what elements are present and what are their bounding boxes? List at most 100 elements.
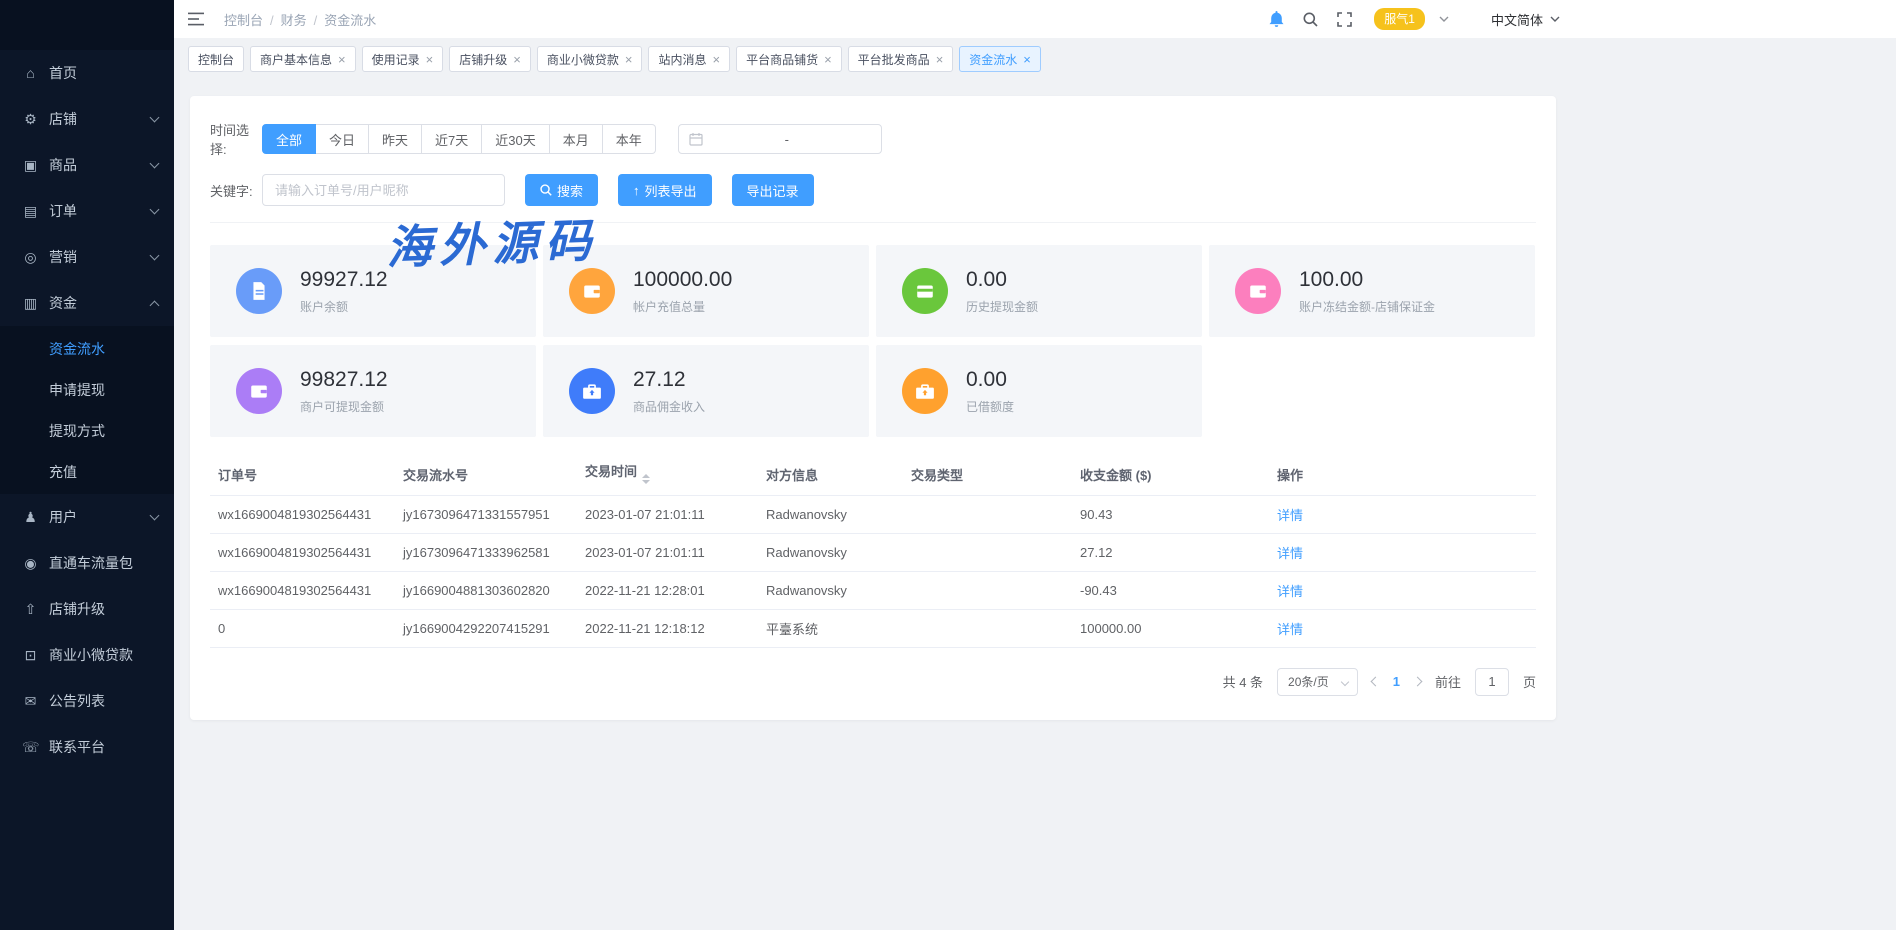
sidebar-item-shop-upgrade[interactable]: ⇧ 店铺升级 (0, 586, 174, 632)
cell-amount: -90.43 (1072, 571, 1269, 609)
close-icon[interactable]: × (1023, 53, 1031, 66)
breadcrumb-item[interactable]: 控制台 (224, 10, 274, 29)
language-selector[interactable]: 中文简体 (1491, 10, 1560, 29)
sidebar-item-label: 联系平台 (49, 737, 158, 757)
search-button[interactable]: 搜索 (525, 174, 598, 206)
time-option-month[interactable]: 本月 (550, 124, 603, 154)
fullscreen-icon[interactable] (1337, 12, 1352, 27)
time-filter-row: 时间选择: 全部 今日 昨天 近7天 近30天 本月 本年 - (210, 120, 1536, 158)
tab-platform-distribute[interactable]: 平台商品铺货 × (736, 46, 842, 72)
submenu-item-withdraw-method[interactable]: 提现方式 (0, 410, 174, 451)
page-size-value: 20条/页 (1288, 673, 1329, 690)
tab-shop-upgrade[interactable]: 店铺升级 × (449, 46, 531, 72)
table-row: 0 jy1669004292207415291 2022-11-21 12:18… (210, 609, 1536, 647)
submenu-item-fund-flow[interactable]: 资金流水 (0, 328, 174, 369)
keyword-label: 关键字: (210, 181, 262, 200)
sidebar-item-home[interactable]: ⌂ 首页 (0, 50, 174, 96)
sidebar-item-micro-loan[interactable]: ⊡ 商业小微贷款 (0, 632, 174, 678)
notice-icon: ✉ (22, 693, 39, 710)
close-icon[interactable]: × (712, 53, 720, 66)
bank-card-icon (1235, 268, 1281, 314)
tab-console[interactable]: 控制台 (188, 46, 244, 72)
time-filter-label: 时间选择: (210, 120, 262, 158)
content-area: 时间选择: 全部 今日 昨天 近7天 近30天 本月 本年 - (174, 80, 1896, 930)
sidebar-item-users[interactable]: ♟ 用户 (0, 494, 174, 540)
detail-link[interactable]: 详情 (1277, 584, 1303, 599)
cell-type (903, 571, 1072, 609)
close-icon[interactable]: × (824, 53, 832, 66)
time-option-yesterday[interactable]: 昨天 (369, 124, 422, 154)
briefcase-icon (902, 368, 948, 414)
stat-frozen-amount: 100.00 账户冻结金额-店铺保证金 (1209, 245, 1535, 337)
sidebar: ⌂ 首页 ⚙ 店铺 ▣ 商品 ▤ 订单 ◎ 营销 (0, 0, 174, 930)
app-root: ⌂ 首页 ⚙ 店铺 ▣ 商品 ▤ 订单 ◎ 营销 (0, 0, 1896, 930)
sidebar-item-orders[interactable]: ▤ 订单 (0, 188, 174, 234)
tab-merchant-info[interactable]: 商户基本信息 × (250, 46, 356, 72)
tab-bar: 控制台 商户基本信息 × 使用记录 × 店铺升级 × 商业小微贷款 × 站内消息… (174, 38, 1896, 80)
goto-label: 前往 (1435, 672, 1461, 691)
tab-label: 使用记录 (372, 51, 420, 68)
chevron-down-icon (150, 159, 160, 169)
time-option-7days[interactable]: 近7天 (422, 124, 482, 154)
sidebar-item-goods[interactable]: ▣ 商品 (0, 142, 174, 188)
col-time-label: 交易时间 (585, 464, 637, 479)
close-icon[interactable]: × (625, 53, 633, 66)
detail-link[interactable]: 详情 (1277, 622, 1303, 637)
prev-page-icon[interactable] (1370, 677, 1380, 687)
home-icon: ⌂ (22, 65, 39, 81)
detail-link[interactable]: 详情 (1277, 546, 1303, 561)
search-icon (540, 184, 552, 196)
marketing-icon: ◎ (22, 249, 39, 266)
search-button-label: 搜索 (557, 181, 583, 200)
tab-fund-flow[interactable]: 资金流水 × (959, 46, 1041, 72)
sidebar-item-label: 公告列表 (49, 691, 158, 711)
submenu-item-recharge[interactable]: 充值 (0, 451, 174, 492)
sidebar-item-funds[interactable]: ▥ 资金 (0, 280, 174, 326)
time-option-all[interactable]: 全部 (262, 124, 316, 154)
col-counterparty: 对方信息 (758, 455, 903, 495)
close-icon[interactable]: × (426, 53, 434, 66)
stat-label: 已借额度 (966, 398, 1014, 415)
time-option-30days[interactable]: 近30天 (482, 124, 549, 154)
time-option-today[interactable]: 今日 (316, 124, 369, 154)
language-label: 中文简体 (1491, 10, 1543, 29)
close-icon[interactable]: × (338, 53, 346, 66)
stat-borrowed-quota: 0.00 已借额度 (876, 345, 1202, 437)
page-size-select[interactable]: 20条/页 (1277, 668, 1358, 696)
menu-collapse-icon[interactable] (188, 12, 204, 26)
bell-icon[interactable] (1269, 11, 1284, 27)
goto-page-input[interactable] (1475, 668, 1509, 696)
date-range-picker[interactable]: - (678, 124, 882, 154)
export-list-button[interactable]: ↑ 列表导出 (618, 174, 712, 206)
sidebar-item-traffic-pack[interactable]: ◉ 直通车流量包 (0, 540, 174, 586)
tab-platform-wholesale[interactable]: 平台批发商品 × (848, 46, 954, 72)
cell-time: 2023-01-07 21:01:11 (577, 533, 758, 571)
next-page-icon[interactable] (1413, 677, 1423, 687)
tab-site-message[interactable]: 站内消息 × (648, 46, 730, 72)
export-record-button[interactable]: 导出记录 (732, 174, 814, 206)
chevron-down-icon[interactable] (1439, 16, 1449, 22)
sidebar-item-shop[interactable]: ⚙ 店铺 (0, 96, 174, 142)
briefcase-icon (569, 368, 615, 414)
close-icon[interactable]: × (936, 53, 944, 66)
current-page[interactable]: 1 (1393, 674, 1400, 689)
tab-micro-loan[interactable]: 商业小微贷款 × (537, 46, 643, 72)
sidebar-item-contact-platform[interactable]: ☏ 联系平台 (0, 724, 174, 770)
sidebar-item-notice-list[interactable]: ✉ 公告列表 (0, 678, 174, 724)
submenu-item-withdraw-apply[interactable]: 申请提现 (0, 369, 174, 410)
cell-order-no: wx1669004819302564431 (210, 533, 395, 571)
detail-link[interactable]: 详情 (1277, 508, 1303, 523)
sidebar-item-marketing[interactable]: ◎ 营销 (0, 234, 174, 280)
user-badge[interactable]: 服气1 (1374, 8, 1425, 30)
cell-time: 2022-11-21 12:18:12 (577, 609, 758, 647)
chevron-down-icon (1550, 16, 1560, 22)
close-icon[interactable]: × (513, 53, 521, 66)
stat-withdraw-history: 0.00 历史提现金额 (876, 245, 1202, 337)
sort-icon[interactable] (642, 470, 650, 488)
search-icon[interactable] (1303, 12, 1318, 27)
keyword-input[interactable] (262, 174, 505, 206)
tab-usage-record[interactable]: 使用记录 × (362, 46, 444, 72)
bank-card-icon (902, 268, 948, 314)
time-option-year[interactable]: 本年 (603, 124, 656, 154)
breadcrumb-item[interactable]: 财务 (281, 10, 318, 29)
